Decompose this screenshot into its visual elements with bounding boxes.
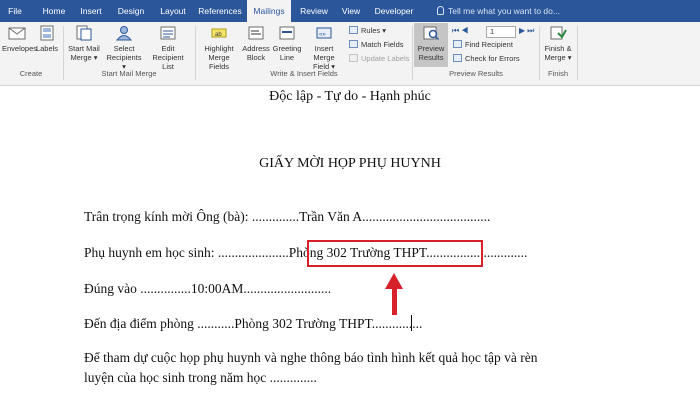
update-labels-button[interactable]: Update Labels xyxy=(349,54,409,64)
update-labels-label: Update Labels xyxy=(361,54,410,63)
highlight-box xyxy=(307,240,483,267)
mail-merge-icon xyxy=(76,25,92,41)
check-errors-button[interactable]: Check for Errors xyxy=(453,54,520,64)
match-fields-label: Match Fields xyxy=(361,40,404,49)
recipients-icon xyxy=(115,26,133,41)
update-labels-icon xyxy=(349,54,358,62)
group-start-mail-merge-label: Start Mail Merge xyxy=(101,69,157,78)
finish-merge-line1: Finish & xyxy=(544,44,572,53)
highlight-merge-fields-button[interactable]: ab Highlight Merge Fields xyxy=(198,25,240,71)
previous-record-icon[interactable]: ◀ xyxy=(461,26,470,35)
select-recipients-button[interactable]: Select Recipients ▾ xyxy=(104,25,144,71)
next-record-icon[interactable]: ▶ xyxy=(519,26,527,35)
tab-review[interactable]: Review xyxy=(296,0,332,22)
group-write-insert-label: Write & Insert Fields xyxy=(270,69,338,78)
preview-results-line2: Results xyxy=(418,53,444,62)
record-navigation-forward: ▶⏭ xyxy=(519,26,536,36)
address-block-line1: Address xyxy=(242,44,270,53)
envelope-icon xyxy=(8,27,26,40)
finish-merge-button[interactable]: Finish & Merge ▾ xyxy=(541,25,575,62)
find-recipient-icon xyxy=(453,40,462,48)
pointer-arrow-shaft xyxy=(392,287,397,315)
tab-view[interactable]: View xyxy=(337,0,365,22)
tab-mailings[interactable]: Mailings xyxy=(247,0,291,23)
group-create-label: Create xyxy=(19,69,43,78)
tab-insert[interactable]: Insert xyxy=(74,0,108,22)
group-finish-label: Finish xyxy=(547,69,568,78)
tell-me-search[interactable]: Tell me what you want to do... xyxy=(437,0,560,22)
last-record-icon[interactable]: ⏭ xyxy=(527,26,536,35)
find-recipient-label: Find Recipient xyxy=(465,40,513,49)
student-line-label: Phụ huynh em học sinh: .................… xyxy=(84,245,282,260)
tab-developer[interactable]: Developer xyxy=(370,0,418,22)
start-mail-merge-button[interactable]: Start Mail Merge ▾ xyxy=(66,25,102,62)
svg-text:ab: ab xyxy=(215,32,222,38)
highlight-fields-icon: ab xyxy=(211,28,227,38)
start-mail-merge-line1: Start Mail xyxy=(68,44,100,53)
edit-recipient-list-line1: Edit xyxy=(161,44,175,53)
tab-references[interactable]: References xyxy=(196,0,244,22)
insert-merge-field-button[interactable]: «» Insert Merge Field ▾ xyxy=(303,25,345,71)
location-line: Đến địa điểm phòng ...........Phòng 302 … xyxy=(84,316,423,331)
labels-button[interactable]: Labels xyxy=(35,25,59,53)
document-motto: Độc lập - Tự do - Hạnh phúc xyxy=(269,89,431,104)
tab-home[interactable]: Home xyxy=(36,0,72,22)
rules-button[interactable]: Rules ▾ xyxy=(349,26,386,36)
address-block-icon xyxy=(248,26,264,40)
match-fields-button[interactable]: Match Fields xyxy=(349,40,404,50)
check-errors-label: Check for Errors xyxy=(465,54,520,63)
finish-merge-line2: Merge ▾ xyxy=(544,53,572,62)
insert-field-icon: «» xyxy=(316,27,332,39)
preview-results-button[interactable]: Preview Results xyxy=(414,25,448,62)
document-title: GIẤY MỜI HỌP PHỤ HUYNH xyxy=(259,156,441,171)
mailings-ribbon: Envelopes Labels Create Start Mail Merge… xyxy=(0,22,700,86)
rules-label: Rules ▾ xyxy=(361,26,387,35)
envelopes-label: Envelopes xyxy=(2,44,38,53)
finish-merge-icon xyxy=(550,26,567,40)
preview-results-line1: Preview xyxy=(417,44,445,53)
find-recipient-button[interactable]: Find Recipient xyxy=(453,40,513,50)
group-divider xyxy=(577,26,578,80)
match-fields-icon xyxy=(349,40,358,48)
tell-me-text: Tell me what you want to do... xyxy=(448,6,560,16)
labels-icon xyxy=(40,25,54,41)
preview-results-icon xyxy=(423,26,440,41)
invitee-line: Trân trọng kính mời Ông (bà): ..........… xyxy=(84,209,491,224)
ribbon-tab-bar: File Home Insert Design Layout Reference… xyxy=(0,0,700,23)
check-errors-icon xyxy=(453,54,462,62)
insert-merge-field-line1: Insert Merge xyxy=(313,44,335,62)
greeting-line-line1: Greeting xyxy=(272,44,302,53)
group-preview-results-label: Preview Results xyxy=(449,69,503,78)
time-line: Đúng vào ...............10:00AM.........… xyxy=(84,281,332,296)
envelopes-button[interactable]: Envelopes xyxy=(2,25,37,53)
record-navigation: ⏮◀ xyxy=(452,26,470,36)
tab-layout[interactable]: Layout xyxy=(154,0,192,22)
rules-icon xyxy=(349,26,358,34)
highlight-merge-fields-line1: Highlight xyxy=(204,44,234,53)
tab-design[interactable]: Design xyxy=(112,0,150,22)
address-block-button[interactable]: Address Block xyxy=(242,25,270,62)
purpose-line-2: luyện của học sinh trong năm học .......… xyxy=(84,370,317,385)
svg-text:«»: «» xyxy=(319,32,326,38)
edit-recipient-list-button[interactable]: Edit Recipient List xyxy=(146,25,190,71)
greeting-line-line2: Line xyxy=(279,53,295,62)
lightbulb-icon xyxy=(437,6,444,15)
labels-label: Labels xyxy=(35,44,59,53)
greeting-line-button[interactable]: Greeting Line xyxy=(272,25,302,62)
address-block-line2: Block xyxy=(246,53,266,62)
select-recipients-line1: Select xyxy=(113,44,135,53)
edit-list-icon xyxy=(160,26,176,40)
purpose-line-1: Để tham dự cuộc họp phụ huynh và nghe th… xyxy=(84,350,538,365)
greeting-line-icon xyxy=(279,26,295,40)
start-mail-merge-line2: Merge ▾ xyxy=(70,53,98,62)
first-record-icon[interactable]: ⏮ xyxy=(452,26,461,35)
text-cursor xyxy=(411,315,412,331)
tab-file[interactable]: File xyxy=(2,0,28,22)
record-number-input[interactable]: 1 xyxy=(486,26,516,38)
